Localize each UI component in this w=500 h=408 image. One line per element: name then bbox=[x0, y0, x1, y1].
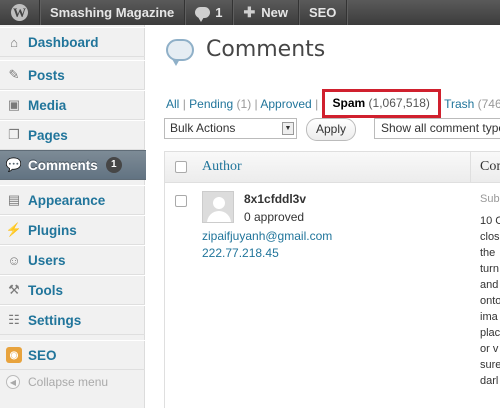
sidebar-item-pages[interactable]: ❐ Pages bbox=[0, 120, 145, 150]
sidebar-item-label: Dashboard bbox=[28, 34, 99, 50]
seo-icon-wrap: ◉ bbox=[6, 347, 22, 363]
collapse-menu-label: Collapse menu bbox=[28, 375, 109, 389]
comment-line: turn bbox=[480, 263, 499, 275]
comment-line: darl bbox=[480, 375, 499, 387]
wordpress-logo-icon: W bbox=[11, 4, 28, 21]
posts-icon: ✎ bbox=[8, 67, 20, 82]
page-title: Comments bbox=[206, 37, 326, 62]
media-icon: ▣ bbox=[7, 97, 21, 112]
comment-line: ima bbox=[480, 311, 498, 323]
sidebar-item-media[interactable]: ▣ Media bbox=[0, 90, 145, 120]
comments-count-badge: 1 bbox=[105, 157, 122, 173]
seo-icon: ◉ bbox=[6, 347, 22, 363]
sidebar-item-label: Comments bbox=[28, 157, 98, 173]
sidebar-item-label: SEO bbox=[28, 347, 57, 363]
main-content: Comments All | Pending (1) | Approved | … bbox=[146, 25, 500, 408]
sidebar-item-label: Appearance bbox=[28, 192, 106, 208]
author-column-header[interactable]: Author bbox=[202, 159, 242, 175]
comment-bubble-icon bbox=[195, 7, 211, 22]
sidebar-item-label: Media bbox=[28, 97, 67, 113]
collapse-arrow-icon: ◀ bbox=[6, 375, 20, 389]
sidebar-item-comments[interactable]: 💬 Comments 1 bbox=[0, 150, 160, 180]
comments-link[interactable]: 1 bbox=[185, 0, 234, 25]
filter-approved-link[interactable]: Approved bbox=[260, 97, 311, 111]
sidebar-item-label: Users bbox=[28, 252, 66, 268]
comments-count: 1 bbox=[215, 5, 223, 20]
filter-all-link[interactable]: All bbox=[166, 97, 179, 111]
submitted-on: Sub bbox=[480, 193, 500, 205]
filter-trash-count: (746 bbox=[477, 97, 500, 111]
page-heading: Comments bbox=[166, 37, 326, 66]
comments-page-icon bbox=[166, 38, 194, 66]
sidebar-item-seo[interactable]: ◉ SEO bbox=[0, 340, 145, 370]
sidebar-item-dashboard[interactable]: ⌂ Dashboard bbox=[0, 27, 145, 57]
filter-pending-link[interactable]: Pending (1) bbox=[189, 97, 251, 111]
bulk-actions-value: Bulk Actions bbox=[170, 121, 236, 135]
filter-pending-label: Pending bbox=[189, 97, 234, 111]
site-name-link[interactable]: Smashing Magazine bbox=[40, 0, 186, 25]
sidebar-item-label: Posts bbox=[28, 67, 65, 83]
comment-line: 10 C bbox=[480, 215, 500, 227]
sidebar-item-users[interactable]: ☺ Users bbox=[0, 245, 145, 275]
apply-button[interactable]: Apply bbox=[306, 118, 356, 141]
comment-line: and bbox=[480, 279, 499, 291]
row-checkbox[interactable] bbox=[175, 195, 187, 207]
comment-column-header: Com bbox=[480, 159, 500, 174]
avatar bbox=[202, 191, 234, 223]
comment-line: the bbox=[480, 247, 496, 259]
comment-line: sure bbox=[480, 359, 500, 371]
comment-status-filters: All | Pending (1) | Approved | Spam (1,0… bbox=[166, 89, 500, 119]
sidebar-item-posts[interactable]: ✎ Posts bbox=[0, 60, 145, 90]
sidebar-item-label: Pages bbox=[28, 127, 68, 143]
filter-spam-count: (1,067,518) bbox=[368, 96, 430, 110]
table-row: 8x1cfddl3v 0 approved zipaifjuyanh@gmail… bbox=[164, 183, 500, 408]
author-approved-count: 0 approved bbox=[244, 210, 305, 224]
tools-icon: ⚒ bbox=[8, 282, 20, 297]
sidebar-item-plugins[interactable]: ⚡ Plugins bbox=[0, 215, 145, 245]
appearance-icon: ▤ bbox=[7, 192, 21, 207]
filter-spam-label: Spam bbox=[332, 96, 366, 110]
new-label: New bbox=[261, 5, 288, 20]
sidebar-item-appearance[interactable]: ▤ Appearance bbox=[0, 185, 145, 215]
column-divider bbox=[470, 152, 471, 182]
avatar-head bbox=[213, 197, 225, 209]
seo-menu[interactable]: SEO bbox=[299, 0, 348, 25]
pages-icon: ❐ bbox=[8, 127, 20, 142]
plus-icon: ✚ bbox=[243, 4, 256, 20]
dashboard-icon: ⌂ bbox=[10, 34, 18, 50]
admin-sidebar: ⌂ Dashboard ✎ Posts ▣ Media ❐ Pages 💬 Co… bbox=[0, 25, 160, 408]
sidebar-item-label: Plugins bbox=[28, 222, 77, 238]
comment-text: Sub 10 C clos the turn and onto ima plac… bbox=[480, 191, 500, 389]
author-email-link[interactable]: zipaifjuyanh@gmail.com bbox=[202, 229, 332, 243]
comment-line: or v bbox=[480, 343, 499, 355]
filter-trash-label: Trash bbox=[444, 97, 475, 111]
wp-logo-menu[interactable]: W bbox=[0, 0, 40, 25]
collapse-menu-button[interactable]: ◀ Collapse menu bbox=[6, 375, 108, 389]
comments-table-header: Author Com bbox=[164, 151, 500, 183]
sidebar-item-label: Tools bbox=[28, 282, 63, 298]
comment-line: plac bbox=[480, 327, 500, 339]
author-ip-link[interactable]: 222.77.218.45 bbox=[202, 246, 279, 260]
filter-trash-link[interactable]: Trash (746 bbox=[444, 97, 500, 111]
settings-icon: ☷ bbox=[8, 312, 20, 327]
sidebar-item-settings[interactable]: ☷ Settings bbox=[0, 305, 145, 335]
new-content-menu[interactable]: ✚ New bbox=[233, 0, 299, 25]
comment-line: onto bbox=[480, 295, 500, 307]
comment-author-name: 8x1cfddl3v bbox=[244, 192, 307, 206]
select-all-checkbox[interactable] bbox=[175, 161, 187, 173]
filter-pending-count: (1) bbox=[236, 97, 252, 111]
comment-line: clos bbox=[480, 231, 500, 243]
sidebar-item-label: Settings bbox=[28, 312, 82, 328]
admin-bar: W Smashing Magazine 1 ✚ New SEO bbox=[0, 0, 500, 25]
avatar-body bbox=[207, 211, 231, 222]
dropdown-arrow-icon: ▼ bbox=[282, 122, 294, 135]
users-icon: ☺ bbox=[7, 252, 21, 268]
filter-spam-link[interactable]: Spam (1,067,518) bbox=[321, 89, 441, 118]
sidebar-item-tools[interactable]: ⚒ Tools bbox=[0, 275, 145, 305]
plugins-icon: ⚡ bbox=[5, 222, 23, 237]
bulk-actions-select[interactable]: Bulk Actions ▼ bbox=[164, 118, 297, 139]
comment-type-filter-select[interactable]: Show all comment type bbox=[374, 118, 500, 139]
comments-icon: 💬 bbox=[5, 157, 23, 172]
